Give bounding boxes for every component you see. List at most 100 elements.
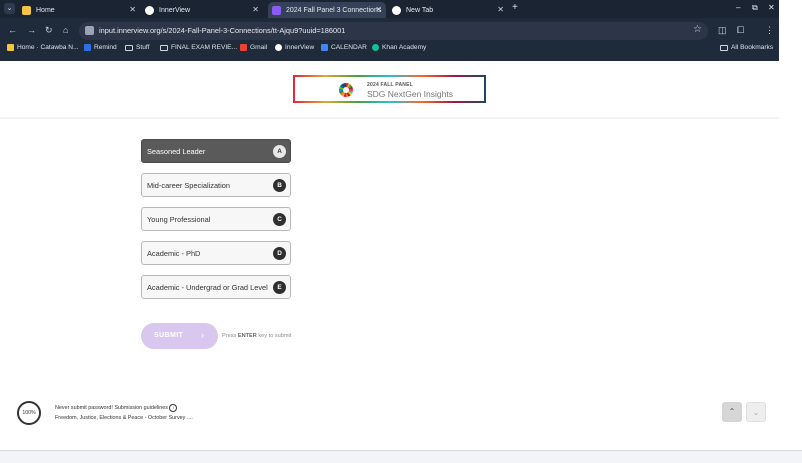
bookmark-label: All Bookmarks (731, 44, 774, 51)
close-icon[interactable]: ✕ (375, 5, 382, 14)
bookmark-label: Khan Academy (382, 44, 427, 51)
tab-title: InnerView (159, 6, 191, 14)
close-icon[interactable]: ✕ (129, 5, 136, 14)
chevron-up-icon: ⌃ (728, 407, 736, 416)
progress-percent: 100% (22, 410, 36, 416)
survey-favicon-icon (272, 5, 281, 15)
bottom-bar (0, 450, 802, 463)
bookmark-label: Home · Catawba N... (17, 44, 79, 51)
forward-icon[interactable]: → (27, 25, 36, 35)
tab-home[interactable]: Home ✕ (22, 2, 140, 18)
choice-key-badge: D (273, 247, 286, 260)
new-tab-button[interactable]: + (512, 3, 518, 13)
bookmark-innerview[interactable]: InnerView (275, 44, 314, 51)
bookmark-calendar[interactable]: CALENDAR (321, 44, 367, 51)
bookmark-label: Remind (94, 44, 117, 51)
innerview-icon (275, 44, 282, 51)
choice-d[interactable]: Academic - PhD D (141, 241, 291, 265)
hint-key: ENTER (237, 333, 257, 339)
khan-icon (372, 44, 379, 51)
next-question-button[interactable]: ⌄ (746, 402, 766, 422)
more-menu-icon[interactable]: ⋮ (765, 25, 774, 36)
logo-subtitle: SDG NextGen Insights (367, 89, 453, 99)
folder-icon (125, 44, 133, 51)
chevron-right-icon: › (201, 330, 204, 340)
home-favicon-icon (22, 5, 31, 15)
bookmark-home[interactable]: Home · Catawba N... (7, 44, 79, 51)
home-icon (7, 44, 14, 51)
bookmarks-bar: Home · Catawba N... Remind Stuff FINAL E… (0, 43, 779, 57)
choice-label: Academic - Undergrad or Grad Level (147, 283, 268, 292)
page-scroll-area (779, 0, 802, 462)
reload-icon[interactable]: ↻ (45, 25, 53, 35)
chrome-favicon-icon (392, 5, 401, 15)
star-icon[interactable]: ☆ (693, 24, 702, 35)
reading-mode-icon[interactable]: ◫ (718, 25, 727, 36)
submit-button[interactable]: SUBMIT › (141, 323, 218, 349)
hint-prefix: Press (222, 333, 238, 339)
bookmark-label: InnerView (285, 44, 315, 51)
tab-innerview[interactable]: InnerView ✕ (145, 2, 263, 18)
gmail-icon (240, 44, 247, 51)
extensions-icon[interactable]: ⧠ (737, 25, 744, 36)
tab-panel-connections[interactable]: 2024 Fall Panel 3 Connections ✕ (268, 2, 386, 18)
choice-c[interactable]: Young Professional C (141, 207, 291, 231)
restore-icon[interactable]: ⧉ (752, 3, 758, 13)
logo-title: 2024 FALL PANEL (367, 82, 413, 88)
choice-key-badge: C (273, 213, 286, 226)
guidelines-text: Never submit password! Submission guidel… (55, 405, 168, 411)
remind-icon (84, 44, 91, 51)
choice-a[interactable]: Seasoned Leader A (141, 139, 291, 163)
choice-e[interactable]: Academic - Undergrad or Grad Level E (141, 275, 291, 299)
url-text[interactable]: input.innerview.org/s/2024-Fall-Panel-3-… (99, 26, 345, 35)
submit-hint: Press ENTER key to submit (222, 333, 291, 339)
tab-title: New Tab (406, 6, 434, 14)
tab-title: Home (36, 6, 55, 14)
browser-chrome: ⌄ Home ✕ InnerView ✕ 2024 Fall Panel 3 C… (0, 0, 779, 61)
survey-logo: 2024 FALL PANEL SDG NextGen Insights (293, 75, 486, 103)
back-icon[interactable]: ← (8, 25, 17, 35)
address-bar[interactable]: input.innerview.org/s/2024-Fall-Panel-3-… (79, 22, 708, 40)
progress-indicator: 100% (17, 401, 41, 425)
close-icon[interactable]: ✕ (252, 5, 259, 14)
bookmark-khan[interactable]: Khan Academy (372, 44, 426, 51)
bookmark-label: Gmail (250, 44, 268, 51)
chevron-down-icon: ⌄ (752, 408, 760, 417)
bookmark-stuff[interactable]: Stuff (125, 44, 149, 51)
choice-b[interactable]: Mid-career Specialization B (141, 173, 291, 197)
home-icon[interactable]: ⌂ (63, 25, 68, 35)
header-divider (0, 117, 779, 119)
choice-label: Mid-career Specialization (147, 181, 230, 190)
choice-label: Young Professional (147, 215, 211, 224)
site-info-icon[interactable] (85, 26, 94, 35)
choice-label: Academic - PhD (147, 249, 201, 258)
innerview-favicon-icon (145, 5, 154, 15)
all-bookmarks[interactable]: All Bookmarks (720, 44, 773, 51)
footer-guidelines[interactable]: Never submit password! Submission guidel… (55, 404, 178, 412)
bookmark-final-exam[interactable]: FINAL EXAM REVIE... (160, 44, 237, 51)
choice-key-badge: B (273, 179, 286, 192)
sdg-wheel-icon (339, 83, 353, 97)
tab-strip: ⌄ Home ✕ InnerView ✕ 2024 Fall Panel 3 C… (0, 0, 779, 18)
choice-key-badge: A (273, 145, 286, 158)
bookmark-label: CALENDAR (331, 44, 367, 51)
window-close-icon[interactable]: ✕ (768, 3, 775, 13)
minimize-icon[interactable]: – (736, 3, 740, 13)
bookmark-label: FINAL EXAM REVIE... (171, 44, 238, 51)
previous-question-button[interactable]: ⌃ (722, 402, 742, 422)
close-icon[interactable]: ✕ (497, 5, 504, 14)
tab-new-tab[interactable]: New Tab ✕ (392, 2, 508, 18)
folder-icon (720, 44, 728, 51)
calendar-icon (321, 44, 328, 51)
choice-label: Seasoned Leader (147, 147, 206, 156)
submit-label: SUBMIT (154, 332, 184, 339)
bookmark-gmail[interactable]: Gmail (240, 44, 267, 51)
bookmark-remind[interactable]: Remind (84, 44, 117, 51)
choice-key-badge: E (273, 281, 286, 294)
hint-suffix: key to submit (256, 333, 292, 339)
folder-icon (160, 44, 168, 51)
tab-title: 2024 Fall Panel 3 Connections (286, 6, 382, 14)
survey-title: Freedom, Justice, Elections & Peace - Oc… (55, 415, 193, 421)
info-icon[interactable]: i (169, 404, 178, 412)
tab-search-menu[interactable]: ⌄ (4, 3, 15, 14)
